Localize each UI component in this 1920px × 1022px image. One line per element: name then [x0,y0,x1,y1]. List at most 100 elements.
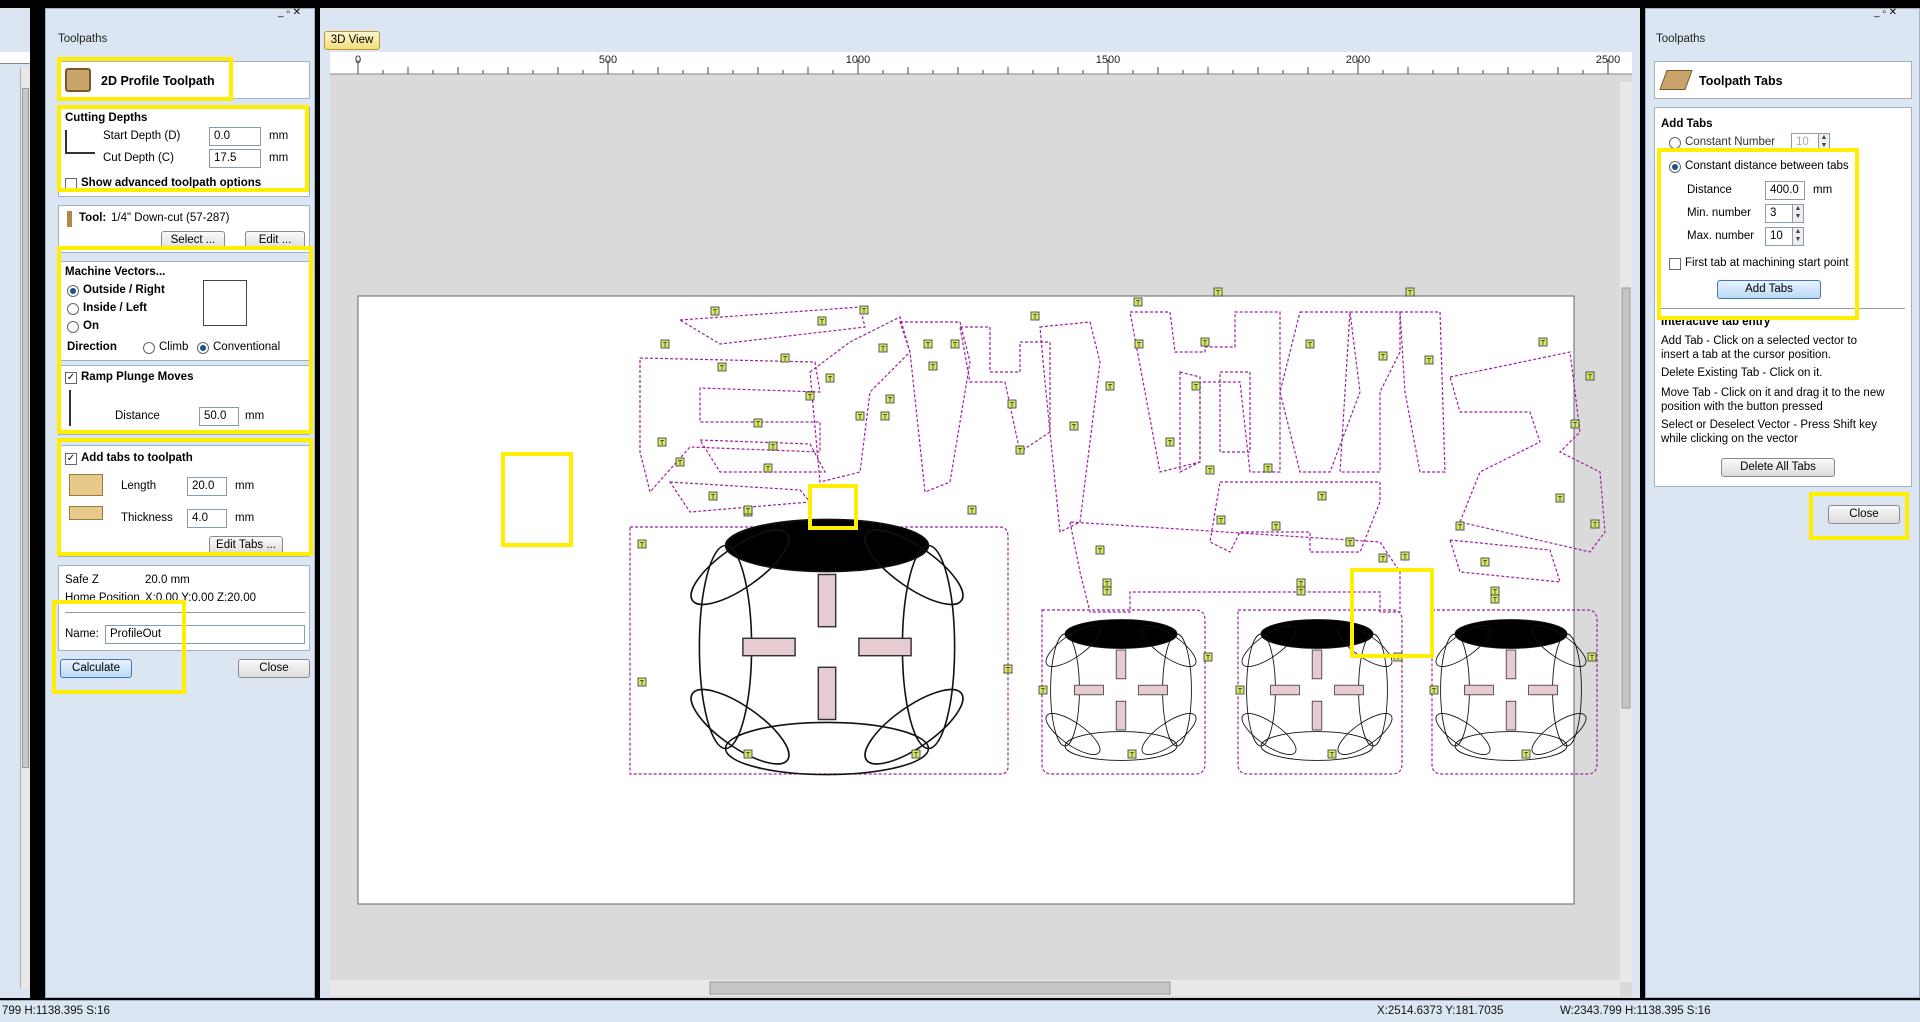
tab-marker-label: T [1427,358,1432,365]
tab-thickness-unit: mm [235,512,255,524]
ramp-box: ✓ Ramp Plunge Moves Distance 50.0 mm [58,365,310,435]
tab-marker-label: T [1483,560,1488,567]
on-label: On [83,320,99,332]
conventional-label: Conventional [213,341,281,353]
tab-marker-label: T [1493,597,1498,604]
calculate-button[interactable]: Calculate [60,659,132,678]
help-add-tab: Add Tab - Click on a selected vector to … [1661,335,1858,361]
ruler-label: 2000 [1346,54,1370,66]
first-tab-label: First tab at machining start point [1685,257,1849,269]
start-depth-input[interactable]: 0.0 [209,127,261,146]
tab-marker-label: T [1458,524,1463,531]
safe-z-value: 20.0 mm [145,574,190,586]
distance-input[interactable]: 400.0 [1765,181,1805,200]
ramp-checkbox[interactable]: ✓ [65,372,77,384]
tab-marker-label: T [1194,384,1199,391]
edit-tabs-button[interactable]: Edit Tabs ... [209,536,283,555]
tool-label: Tool: [79,212,107,224]
climb-label: Climb [159,341,189,353]
slot-cutout [1505,700,1517,731]
max-number-input[interactable]: 10 [1765,227,1793,246]
tab-marker-label: T [888,397,893,404]
sliver-scrollbar[interactable] [20,68,30,988]
outside-radio[interactable] [67,285,79,297]
add-tabs-section-title: Add Tabs [1661,118,1713,130]
add-tabs-checkbox[interactable]: ✓ [65,453,77,465]
tab-marker-label: T [1168,440,1173,447]
tab-marker-label: T [1130,752,1135,759]
start-depth-label: Start Depth (D) [103,130,181,142]
max-number-label: Max. number [1687,230,1755,242]
first-tab-checkbox[interactable] [1669,258,1681,270]
tab-marker-label: T [1203,340,1208,347]
tab-marker-label: T [808,394,813,401]
tab-marker-label: T [1524,752,1529,759]
add-tabs-box: Add Tabs Constant Number 10 ▲ ▼ Constant … [1654,107,1912,487]
profile-header-box: 2D Profile Toolpath [58,61,310,99]
min-number-input[interactable]: 3 [1765,204,1793,223]
toolpath-panel-left: Toolpaths _ ▫ ✕ 2D Profile Toolpath Cutt… [45,7,315,998]
cut-depth-input[interactable]: 17.5 [209,149,261,168]
advanced-options-checkbox[interactable] [65,178,77,190]
ramp-diagram-icon [69,390,89,426]
tab-marker-label: T [1274,524,1279,531]
ramp-distance-input[interactable]: 50.0 [199,407,239,426]
slot-cutout [1115,700,1127,731]
tab-length-input[interactable]: 20.0 [187,477,227,496]
slot-cutout [1138,684,1168,696]
conventional-radio[interactable] [197,342,209,354]
sliver-ruler [0,52,30,64]
slot-cutout [742,637,796,657]
tab-marker-label: T [678,460,683,467]
slot-cutout [817,666,837,721]
name-input[interactable]: ProfileOut [105,625,305,644]
ruler-label: 0 [355,54,361,66]
profile-header-title: 2D Profile Toolpath [101,74,215,88]
tab-marker-label: T [1308,342,1313,349]
tab-marker-label: T [640,542,645,549]
tab-marker-label: T [1588,374,1593,381]
depth-diagram-icon [65,130,95,154]
on-radio[interactable] [67,321,79,333]
summary-box: Safe Z 20.0 mm Home Position X:0.00 Y:0.… [58,565,310,651]
tool-edit-button[interactable]: Edit ... [245,231,305,250]
constant-number-radio[interactable] [1669,137,1681,149]
app-window: Toolpaths _ ▫ ✕ 2D Profile Toolpath Cutt… [0,0,1920,1022]
slot-cutout [1311,649,1323,680]
ruler-label: 1000 [846,54,870,66]
direction-label: Direction [67,341,117,353]
delete-all-tabs-button[interactable]: Delete All Tabs [1721,458,1835,477]
tab-marker-label: T [1299,589,1304,596]
tab-marker-label: T [914,752,919,759]
vector-preview-icon [203,280,247,326]
panel-window-controls[interactable]: _ ▫ ✕ [278,7,301,18]
left-close-button[interactable]: Close [238,659,310,678]
tool-bit-icon [67,211,72,227]
tab-marker-label: T [1098,548,1103,555]
right-close-button[interactable]: Close [1828,505,1900,524]
right-panel-window-controls[interactable]: _ ▫ ✕ [1874,7,1897,18]
add-tabs-button[interactable]: Add Tabs [1717,280,1821,299]
tab-thickness-input[interactable]: 4.0 [187,509,227,528]
constant-number-input[interactable]: 10 [1791,133,1819,152]
max-number-spinner[interactable]: ▲ ▼ [1792,227,1804,246]
safe-z-label: Safe Z [65,574,99,586]
left-sliver-panel [0,8,30,998]
climb-radio[interactable] [143,342,155,354]
tab-marker-label: T [1010,402,1015,409]
inside-label: Inside / Left [83,302,147,314]
help-delete-tab: Delete Existing Tab - Click on it. [1661,367,1823,379]
tool-select-button[interactable]: Select ... [161,231,225,250]
drawing-canvas[interactable]: 0 500 1000 1500 2000 2500 T T T T T T T T T T T T T T T T T T T… [330,52,1632,998]
status-cursor-position: X:2514.6373 Y:181.7035 [1377,1005,1504,1017]
tab-marker-label: T [660,440,665,447]
min-number-spinner[interactable]: ▲ ▼ [1792,204,1804,223]
view-tab-3d[interactable]: 3D View [324,31,380,50]
tab-marker-label: T [931,364,936,371]
start-depth-unit: mm [269,130,289,142]
tab-marker-label: T [713,309,718,316]
inside-radio[interactable] [67,303,79,315]
constant-distance-radio[interactable] [1669,161,1681,173]
constant-number-spinner[interactable]: ▲ ▼ [1818,133,1830,152]
constant-distance-label: Constant distance between tabs [1685,160,1849,172]
